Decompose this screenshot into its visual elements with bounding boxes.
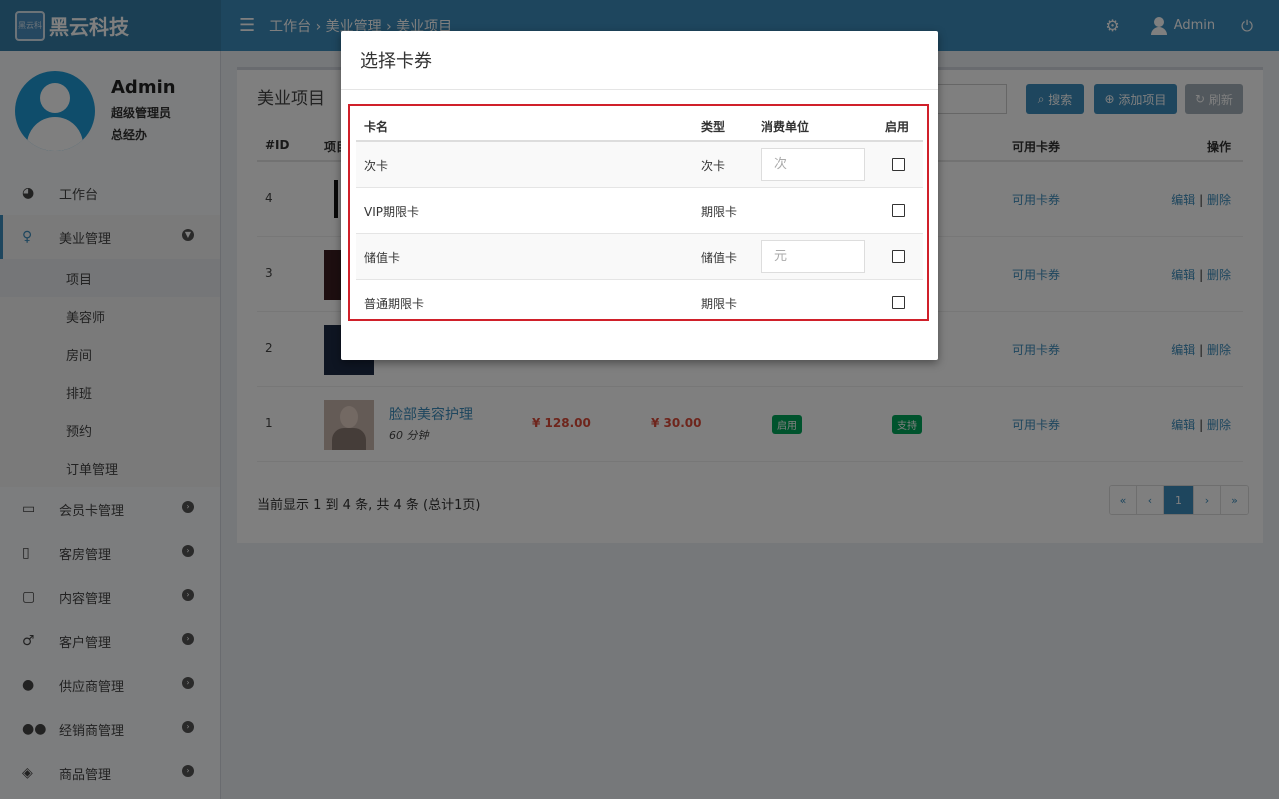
enable-checkbox[interactable] [892, 204, 905, 217]
enable-checkbox[interactable] [892, 296, 905, 309]
enable-checkbox[interactable] [892, 158, 905, 171]
unit-input[interactable]: 元 [761, 240, 865, 273]
card-name: 次卡 [364, 159, 389, 173]
card-row: 储值卡 储值卡 元 [356, 234, 923, 280]
col-card-unit: 消费单位 [761, 120, 810, 134]
card-row: 普通期限卡 期限卡 [356, 280, 923, 326]
card-name: 普通期限卡 [364, 297, 425, 311]
modal-title: 选择卡券 [341, 31, 938, 90]
card-table-highlight: 卡名 类型 消费单位 启用 次卡 次卡 次 VIP期限卡 期限卡 储值卡 储值卡… [348, 104, 929, 321]
card-type: 期限卡 [701, 297, 738, 311]
col-card-type: 类型 [701, 120, 726, 134]
card-row: VIP期限卡 期限卡 [356, 188, 923, 234]
card-row: 次卡 次卡 次 [356, 142, 923, 188]
col-card-name: 卡名 [364, 120, 389, 134]
card-type: 期限卡 [701, 205, 738, 219]
card-type: 次卡 [701, 159, 726, 173]
card-type: 储值卡 [701, 251, 738, 265]
card-table: 卡名 类型 消费单位 启用 次卡 次卡 次 VIP期限卡 期限卡 储值卡 储值卡… [356, 110, 923, 326]
card-table-header: 卡名 类型 消费单位 启用 [356, 110, 923, 142]
enable-checkbox[interactable] [892, 250, 905, 263]
col-card-enable: 启用 [885, 120, 910, 134]
select-card-modal: 选择卡券 卡名 类型 消费单位 启用 次卡 次卡 次 VIP期限卡 期限卡 储值… [341, 31, 938, 360]
card-name: VIP期限卡 [364, 205, 419, 219]
unit-input[interactable]: 次 [761, 148, 865, 181]
card-name: 储值卡 [364, 251, 401, 265]
